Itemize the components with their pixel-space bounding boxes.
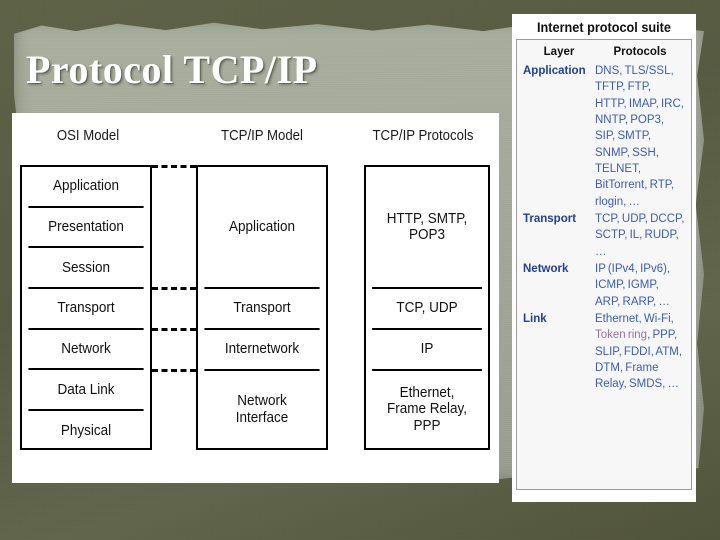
wiki-header-protocols: Protocols (613, 46, 667, 58)
wiki-header-layer: Layer (543, 46, 575, 58)
column-heading-osi: OSI Model (56, 127, 120, 144)
tcpip-layer-internetwork: Internetwork (204, 330, 320, 371)
protocols-transport: TCP, UDP (372, 289, 482, 330)
wiki-layer-link[interactable]: Link (523, 311, 595, 393)
column-heading-tcpip-model: TCP/IP Model (221, 127, 303, 144)
wiki-protocols-application-list[interactable]: DNS, TLS/SSL, TFTP, FTP, HTTP, IMAP, IRC… (595, 63, 685, 210)
internet-protocol-suite-panel: Internet protocol suite Layer Protocols … (512, 14, 696, 502)
wiki-link-token-ring[interactable]: Token ring (595, 329, 647, 341)
wiki-row-transport: Transport TCP, UDP, DCCP, SCTP, IL, RUDP… (523, 211, 685, 260)
wiki-table: Layer Protocols Application DNS, TLS/SSL… (516, 39, 692, 490)
osi-layer-data-link: Data Link (28, 370, 144, 412)
connector-dash-transport (152, 287, 196, 290)
wiki-row-network: Network IP (IPv4, IPv6), ICMP, IGMP, ARP… (523, 261, 685, 310)
osi-layer-physical: Physical (60, 422, 112, 440)
connector-dash-network (152, 328, 196, 331)
osi-layer-session: Session (28, 248, 144, 290)
connector-dash-top (152, 165, 196, 168)
tcpip-layer-application: Application (204, 167, 320, 289)
osi-layer-application: Application (28, 167, 144, 208)
protocols-link: Ethernet, Frame Relay, PPP (386, 384, 468, 434)
tcpip-layer-network-interface: Network Interface (235, 392, 289, 426)
connector-dash-link (152, 369, 196, 372)
wiki-layer-network[interactable]: Network (523, 261, 595, 310)
wiki-protocols-network-list[interactable]: IP (IPv4, IPv6), ICMP, IGMP, ARP, RARP, … (595, 261, 685, 310)
wiki-layer-transport[interactable]: Transport (523, 211, 595, 260)
tcpip-model-stack: Application Transport Internetwork Netwo… (196, 165, 328, 450)
column-heading-tcpip-protocols: TCP/IP Protocols (372, 127, 474, 144)
wiki-table-header-row: Layer Protocols (523, 44, 685, 63)
osi-layer-transport: Transport (28, 289, 144, 330)
wiki-row-link: Link Ethernet, Wi-Fi, Token ring, PPP, S… (523, 311, 685, 393)
wiki-layer-application[interactable]: Application (523, 63, 595, 210)
wiki-link-pre: Ethernet, Wi-Fi, (595, 312, 674, 325)
slide-canvas: Protocol TCP/IP OSI Model TCP/IP Model T… (0, 0, 720, 540)
wiki-protocols-transport-list[interactable]: TCP, UDP, DCCP, SCTP, IL, RUDP, … (595, 211, 685, 260)
tcpip-protocols-stack: HTTP, SMTP, POP3 TCP, UDP IP Ethernet, F… (364, 165, 490, 450)
wiki-panel-title: Internet protocol suite (537, 20, 671, 35)
page-title: Protocol TCP/IP (26, 47, 318, 92)
osi-model-stack: Application Presentation Session Transpo… (20, 165, 152, 450)
protocols-application: HTTP, SMTP, POP3 (372, 167, 482, 289)
wiki-row-application: Application DNS, TLS/SSL, TFTP, FTP, HTT… (523, 63, 685, 210)
protocols-internetwork: IP (372, 330, 482, 371)
tcpip-layer-transport: Transport (204, 289, 320, 330)
osi-layer-network: Network (28, 330, 144, 371)
osi-layer-presentation: Presentation (28, 208, 144, 249)
wiki-protocols-link-list[interactable]: Ethernet, Wi-Fi, Token ring, PPP, SLIP, … (595, 311, 685, 393)
osi-tcpip-diagram: OSI Model TCP/IP Model TCP/IP Protocols … (12, 113, 499, 483)
